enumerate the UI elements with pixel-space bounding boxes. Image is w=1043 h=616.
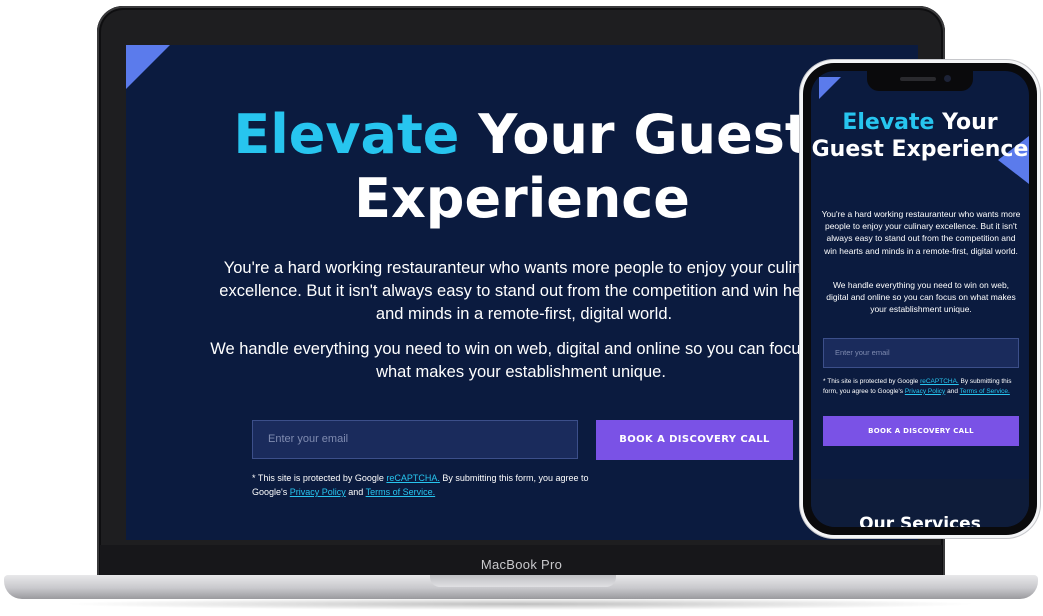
privacy-policy-link[interactable]: Privacy Policy: [905, 388, 945, 395]
services-section: Our Services: [811, 479, 1029, 527]
hero-title-accent: Elevate: [233, 103, 460, 166]
corner-triangle-decoration: [819, 77, 841, 99]
hero-paragraph-2: We handle everything you need to win on …: [210, 340, 832, 381]
camera-icon: [944, 75, 951, 82]
book-discovery-call-button[interactable]: BOOK A DISCOVERY CALL: [596, 420, 793, 460]
hero-title: Elevate Your Guest Experience: [811, 109, 1029, 163]
services-section-title: Our Services: [859, 514, 981, 527]
notice-prefix: * This site is protected by Google: [252, 473, 387, 483]
corner-triangle-decoration: [126, 45, 170, 89]
speaker-grille: [900, 77, 936, 81]
laptop-trackpad-notch: [430, 575, 616, 587]
laptop-shadow: [60, 598, 980, 610]
laptop-brand-label: MacBook Pro: [480, 557, 563, 572]
hero-paragraph-2: We handle everything you need to win on …: [826, 280, 1016, 315]
hero-paragraph-1: You're a hard working restauranteur who …: [219, 259, 829, 323]
privacy-policy-link[interactable]: Privacy Policy: [290, 487, 346, 497]
recaptcha-notice: * This site is protected by Google reCAP…: [252, 471, 592, 499]
notice-and: and: [345, 487, 366, 497]
recaptcha-link[interactable]: reCAPTCHA.: [386, 473, 440, 483]
recaptcha-link[interactable]: reCAPTCHA.: [920, 378, 959, 385]
terms-of-service-link[interactable]: Terms of Service.: [366, 487, 436, 497]
phone-screen: Elevate Your Guest Experience You're a h…: [811, 71, 1029, 527]
hero-paragraph-1: You're a hard working restauranteur who …: [821, 209, 1021, 256]
email-input[interactable]: Enter your email: [252, 420, 578, 459]
email-input[interactable]: Enter your email: [823, 338, 1019, 368]
book-discovery-call-button[interactable]: BOOK A DISCOVERY CALL: [823, 416, 1019, 446]
recaptcha-notice: * This site is protected by Google reCAP…: [823, 377, 1019, 396]
notice-and: and: [945, 387, 960, 395]
notice-prefix: * This site is protected by Google: [823, 378, 921, 385]
phone-notch: [867, 71, 973, 91]
terms-of-service-link[interactable]: Terms of Service.: [960, 388, 1010, 395]
hero-title-accent: Elevate: [842, 110, 935, 135]
